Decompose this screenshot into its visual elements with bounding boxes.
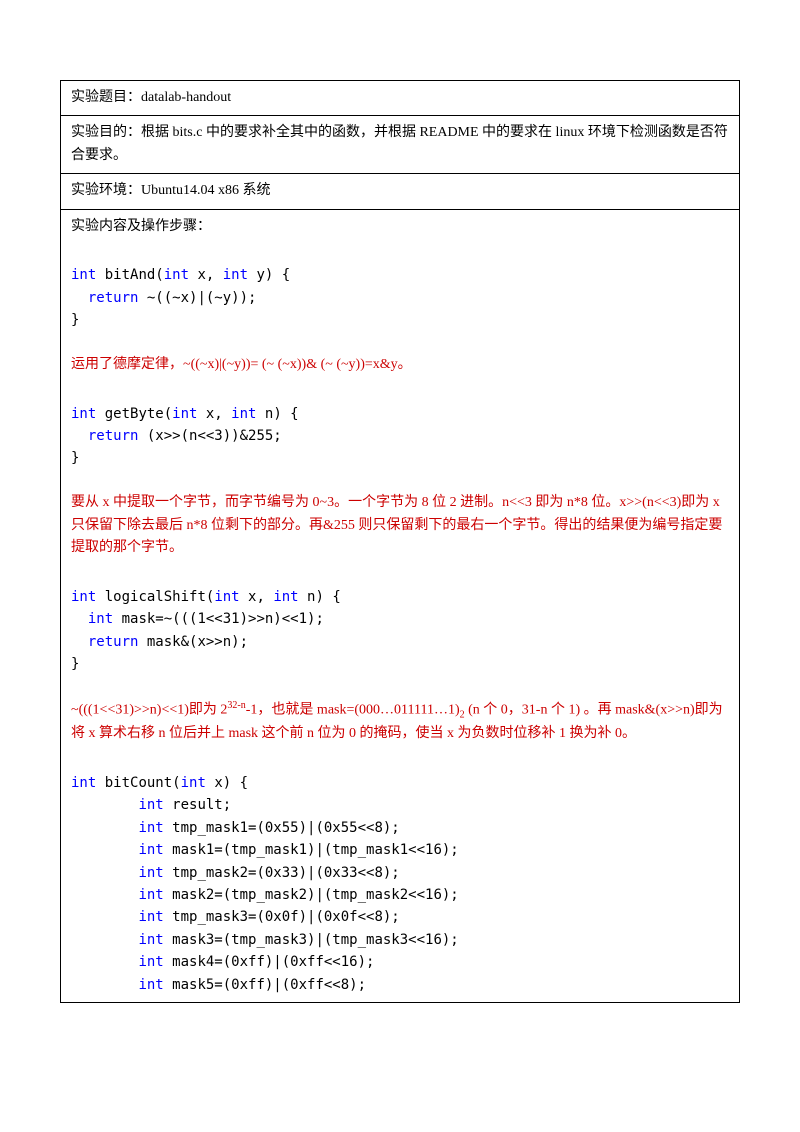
- kw-return: return: [71, 634, 138, 650]
- code-bitcount: int bitCount(int x) { int result; int tm…: [71, 772, 729, 996]
- kw-int: int: [214, 589, 239, 605]
- content-heading: 实验内容及操作步骤：: [71, 216, 729, 238]
- kw-int: int: [164, 267, 189, 283]
- kw-int: int: [71, 909, 164, 925]
- kw-int: int: [71, 797, 164, 813]
- kw-int: int: [231, 406, 256, 422]
- kw-int: int: [273, 589, 298, 605]
- kw-int: int: [172, 406, 197, 422]
- title-text: datalab-handout: [141, 90, 231, 105]
- kw-int: int: [71, 842, 164, 858]
- kw-int: int: [71, 775, 96, 791]
- row-purpose: 实验目的：根据 bits.c 中的要求补全其中的函数，并根据 README 中的…: [61, 116, 740, 174]
- kw-int: int: [181, 775, 206, 791]
- kw-int: int: [71, 887, 164, 903]
- kw-int: int: [71, 865, 164, 881]
- row-content: 实验内容及操作步骤： int bitAnd(int x, int y) { re…: [61, 209, 740, 1002]
- kw-int: int: [71, 589, 96, 605]
- comment-bitand: 运用了德摩定律，~((~x)|(~y))= (~ (~x))& (~ (~y))…: [71, 354, 729, 376]
- env-text: 实验环境：Ubuntu14.04 x86 系统: [71, 183, 271, 198]
- comment-logicalshift: ~(((1<<31)>>n)<<1)即为 232-n-1，也就是 mask=(0…: [71, 698, 729, 746]
- kw-int: int: [71, 932, 164, 948]
- purpose-text: 实验目的：根据 bits.c 中的要求补全其中的函数，并根据 README 中的…: [71, 125, 728, 162]
- code-getbyte: int getByte(int x, int n) { return (x>>(…: [71, 403, 729, 470]
- row-title: 实验题目：datalab-handout: [61, 81, 740, 116]
- kw-int: int: [71, 267, 96, 283]
- kw-int: int: [71, 954, 164, 970]
- kw-int: int: [71, 977, 164, 993]
- row-env: 实验环境：Ubuntu14.04 x86 系统: [61, 174, 740, 209]
- comment-getbyte: 要从 x 中提取一个字节，而字节编号为 0~3。一个字节为 8 位 2 进制。n…: [71, 492, 729, 559]
- code-bitand: int bitAnd(int x, int y) { return ~((~x)…: [71, 264, 729, 331]
- kw-return: return: [71, 428, 138, 444]
- kw-int: int: [223, 267, 248, 283]
- kw-return: return: [71, 290, 138, 306]
- code-logicalshift: int logicalShift(int x, int n) { int mas…: [71, 586, 729, 676]
- kw-int: int: [71, 611, 113, 627]
- document-page: 实验题目：datalab-handout 实验目的：根据 bits.c 中的要求…: [0, 0, 800, 1132]
- title-label: 实验题目：: [71, 90, 141, 105]
- lab-report-table: 实验题目：datalab-handout 实验目的：根据 bits.c 中的要求…: [60, 80, 740, 1003]
- kw-int: int: [71, 406, 96, 422]
- kw-int: int: [71, 820, 164, 836]
